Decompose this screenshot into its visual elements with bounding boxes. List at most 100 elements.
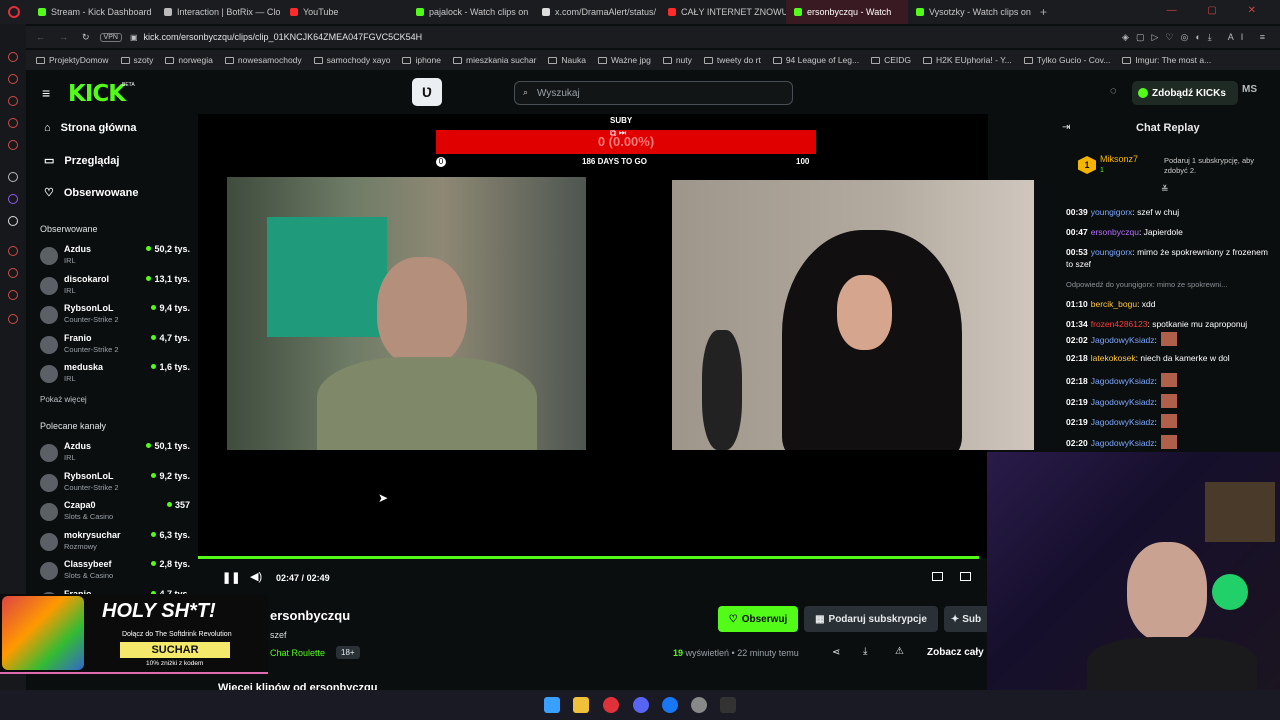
- channel-item[interactable]: Czapa0 Slots & Casino 357: [40, 500, 190, 526]
- ad-banner[interactable]: HOLY SH*T! Dołącz do The Softdrink Revol…: [0, 594, 268, 674]
- bookmark-item[interactable]: nuty: [662, 55, 692, 65]
- channel-item[interactable]: RybsonLoL Counter-Strike 2 9,2 tys.: [40, 471, 190, 497]
- bookmark-item[interactable]: nowesamochody: [224, 55, 302, 65]
- get-kicks-button[interactable]: Zdobądź KICKs: [1132, 81, 1238, 105]
- message-user[interactable]: JagodowyKsiadz: [1091, 438, 1155, 448]
- menu-icon[interactable]: ≡: [42, 85, 50, 101]
- download-icon[interactable]: ⤓: [863, 646, 867, 657]
- top-gifter-name[interactable]: Miksonz7: [1100, 154, 1138, 164]
- opera-icon[interactable]: [603, 697, 619, 713]
- kick-logo[interactable]: KICK: [68, 81, 126, 107]
- collapse-chat-icon[interactable]: ⇥: [1062, 122, 1070, 133]
- bookmark-item[interactable]: samochody xayo: [313, 55, 390, 65]
- x-icon[interactable]: [8, 216, 18, 226]
- settings-icon[interactable]: [8, 314, 18, 324]
- file-explorer-icon[interactable]: [573, 697, 589, 713]
- message-user[interactable]: JagodowyKsiadz: [1091, 376, 1155, 386]
- volume-icon[interactable]: ◀): [250, 570, 262, 583]
- sidebar-app-icon[interactable]: [8, 268, 18, 278]
- browser-tab[interactable]: Interaction | BotRix — Clo: [156, 0, 282, 24]
- video-progress-bar[interactable]: [198, 556, 979, 559]
- twitch-icon[interactable]: [8, 194, 18, 204]
- sidebar-app-icon[interactable]: [8, 172, 18, 182]
- lock-icon[interactable]: ▣: [130, 33, 138, 42]
- video-player[interactable]: SUBY 0 (0.00%) ⧉ ⏭ 0 186 DAYS TO GO 100 …: [198, 114, 1034, 558]
- theater-icon[interactable]: [960, 572, 971, 581]
- bookmark-item[interactable]: Tylko Gucio - Cov...: [1023, 55, 1110, 65]
- bookmark-item[interactable]: szoty: [120, 55, 153, 65]
- channel-item[interactable]: mokrysuchar Rozmowy 6,3 tys.: [40, 530, 190, 556]
- window-controls[interactable]: — ▢ ✕: [1167, 5, 1270, 16]
- browser-tab[interactable]: CAŁY INTERNET ZNOWU: [660, 0, 786, 24]
- bookmark-item[interactable]: H2K EUphoria! - Y...: [923, 55, 1012, 65]
- report-icon[interactable]: ⚠: [895, 646, 904, 657]
- nav-home[interactable]: ⌂ Strona główna: [44, 122, 136, 134]
- browser-tab[interactable]: Vysotzky - Watch clips on: [908, 0, 1034, 24]
- pip-icon[interactable]: [932, 572, 943, 581]
- opera-icon[interactable]: [8, 6, 20, 18]
- browser-tab[interactable]: YouTube: [282, 0, 408, 24]
- nav-following[interactable]: ♡ Obserwowane: [44, 186, 138, 200]
- new-tab-icon[interactable]: +: [1040, 5, 1047, 19]
- browser-tab[interactable]: pajalock - Watch clips on: [408, 0, 534, 24]
- message-user[interactable]: frozen4286123: [1091, 319, 1148, 329]
- bookmark-item[interactable]: norwegia: [165, 55, 213, 65]
- subscribe-button[interactable]: ✦ Sub: [944, 606, 988, 632]
- bookmark-item[interactable]: Imgur: The most a...: [1122, 55, 1211, 65]
- follow-button[interactable]: ♡ Obserwuj: [718, 606, 798, 632]
- browser-tab[interactable]: ersonbyczqu - Watch: [786, 0, 908, 24]
- browser-toolbar-icons[interactable]: ◈▢▷♡◎◐⤓ AI ≡: [1122, 32, 1272, 43]
- message-user[interactable]: ersonbyczqu: [1091, 227, 1139, 237]
- channel-name[interactable]: ersonbyczqu: [270, 608, 350, 623]
- channel-item[interactable]: Azdus IRL 50,2 tys.: [40, 244, 190, 270]
- clip-share-icon[interactable]: ⧉ ⏭: [610, 128, 626, 139]
- vpn-badge[interactable]: VPN: [99, 32, 122, 42]
- sidebar-app-icon[interactable]: [8, 96, 18, 106]
- avatar[interactable]: MS: [1242, 84, 1257, 95]
- start-icon[interactable]: [544, 697, 560, 713]
- reload-icon[interactable]: ↻: [82, 32, 90, 43]
- browser-tab[interactable]: Stream - Kick Dashboard: [30, 0, 156, 24]
- bookmark-item[interactable]: Nauka: [548, 55, 586, 65]
- expand-icon[interactable]: ≚: [1161, 184, 1169, 195]
- message-user[interactable]: JagodowyKsiadz: [1091, 335, 1155, 345]
- see-all-button[interactable]: Zobacz cały: [927, 647, 984, 658]
- notifications-icon[interactable]: ◌: [1110, 85, 1117, 97]
- message-user[interactable]: bercik_bogu: [1091, 299, 1137, 309]
- browser-tab[interactable]: x.com/DramaAlert/status/: [534, 0, 660, 24]
- sidebar-app-icon[interactable]: [8, 74, 18, 84]
- messenger-icon[interactable]: [662, 697, 678, 713]
- show-more-link[interactable]: Pokaż więcej: [40, 395, 87, 404]
- message-user[interactable]: youngigorx: [1091, 207, 1133, 217]
- terminal-icon[interactable]: [720, 697, 736, 713]
- channel-item[interactable]: meduska IRL 1,6 tys.: [40, 362, 190, 388]
- channel-item[interactable]: FranioCounter-Strike 2 4,7 tys.: [40, 333, 190, 359]
- bookmark-item[interactable]: CEIDG: [871, 55, 911, 65]
- url-field[interactable]: kick.com/ersonbyczqu/clips/clip_01KNCJK6…: [144, 32, 423, 42]
- discord-icon[interactable]: [633, 697, 649, 713]
- message-user[interactable]: latekokosek: [1091, 353, 1136, 363]
- pause-icon[interactable]: ❚❚: [222, 571, 240, 584]
- forward-icon[interactable]: →: [59, 32, 68, 42]
- channel-item[interactable]: Classybeef Slots & Casino 2,8 tys.: [40, 559, 190, 585]
- share-icon[interactable]: ⋖: [832, 647, 840, 658]
- message-user[interactable]: youngigorx: [1091, 247, 1133, 257]
- sidebar-app-icon[interactable]: [8, 118, 18, 128]
- bookmark-item[interactable]: 94 League of Leg...: [772, 55, 859, 65]
- bookmark-item[interactable]: tweety do rt: [703, 55, 761, 65]
- message-user[interactable]: JagodowyKsiadz: [1091, 397, 1155, 407]
- sidebar-app-icon[interactable]: [8, 52, 18, 62]
- bookmark-item[interactable]: ProjektyDomow: [36, 55, 109, 65]
- message-user[interactable]: JagodowyKsiadz: [1091, 417, 1155, 427]
- channel-item[interactable]: RybsonLoL Counter-Strike 2 9,4 tys.: [40, 303, 190, 329]
- bookmark-item[interactable]: iphone: [402, 55, 441, 65]
- channel-item[interactable]: Azdus IRL 50,1 tys.: [40, 441, 190, 467]
- obs-icon[interactable]: [691, 697, 707, 713]
- bookmark-item[interactable]: mieszkania suchar: [453, 55, 536, 65]
- sidebar-app-icon[interactable]: [8, 246, 18, 256]
- search-input[interactable]: ⌕ Wyszukaj: [514, 81, 793, 105]
- bookmark-item[interactable]: Ważne jpg: [597, 55, 651, 65]
- clip-category[interactable]: Chat Roulette: [270, 648, 325, 658]
- sidebar-app-icon[interactable]: [8, 290, 18, 300]
- channel-item[interactable]: discokarol IRL 13,1 tys.: [40, 274, 190, 300]
